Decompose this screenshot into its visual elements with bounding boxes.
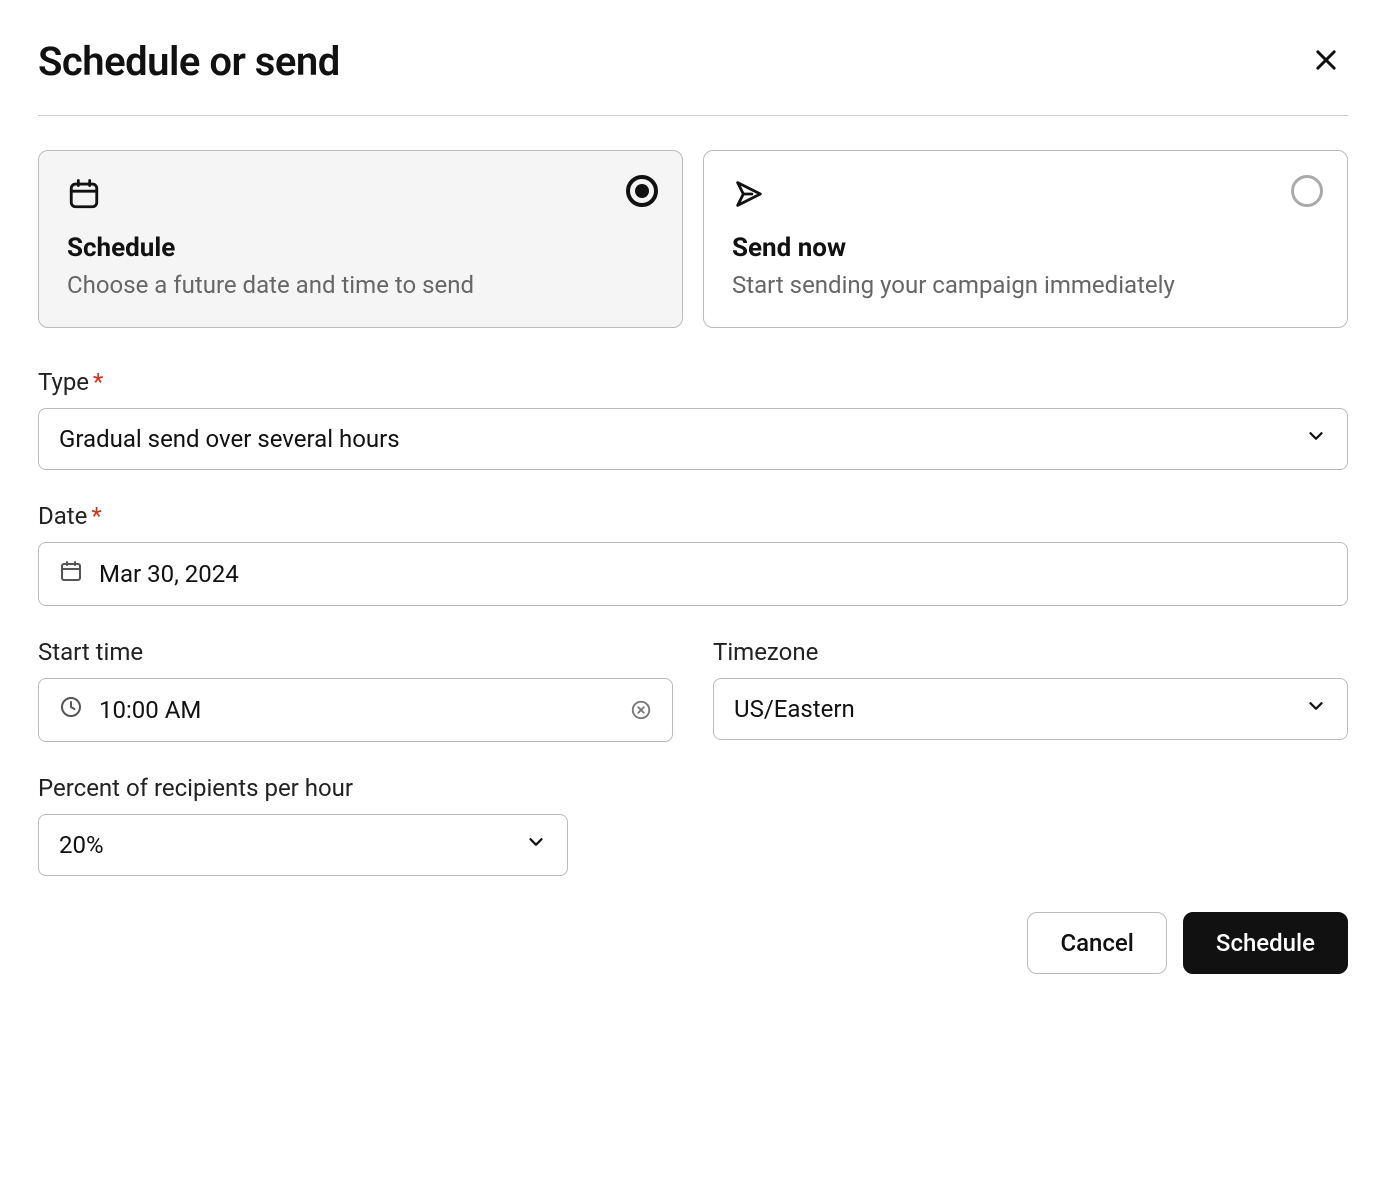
send-icon bbox=[732, 177, 1319, 215]
calendar-icon bbox=[67, 177, 654, 215]
mode-desc-send-now: Start sending your campaign immediately bbox=[732, 271, 1319, 299]
mode-desc-schedule: Choose a future date and time to send bbox=[67, 271, 654, 299]
date-value: Mar 30, 2024 bbox=[99, 560, 239, 588]
start-time-value: 10:00 AM bbox=[99, 696, 201, 724]
type-select[interactable]: Gradual send over several hours bbox=[38, 408, 1348, 470]
close-button[interactable] bbox=[1304, 38, 1348, 85]
timezone-value: US/Eastern bbox=[734, 695, 855, 723]
field-date: Date* Mar 30, 2024 bbox=[38, 502, 1348, 606]
schedule-button[interactable]: Schedule bbox=[1183, 912, 1348, 974]
type-value: Gradual send over several hours bbox=[59, 425, 400, 453]
label-date: Date* bbox=[38, 502, 1348, 530]
divider bbox=[38, 115, 1348, 116]
chevron-down-icon bbox=[525, 831, 547, 859]
dialog-header: Schedule or send bbox=[38, 38, 1348, 85]
start-time-input[interactable]: 10:00 AM bbox=[38, 678, 673, 742]
radio-unselected bbox=[1291, 175, 1323, 207]
percent-value: 20% bbox=[59, 831, 104, 859]
label-percent: Percent of recipients per hour bbox=[38, 774, 1348, 802]
mode-title-send-now: Send now bbox=[732, 233, 1319, 263]
mode-card-send-now[interactable]: Send now Start sending your campaign imm… bbox=[703, 150, 1348, 328]
label-type: Type* bbox=[38, 368, 1348, 396]
chevron-down-icon bbox=[1305, 695, 1327, 723]
calendar-small-icon bbox=[59, 559, 83, 589]
close-icon bbox=[1312, 46, 1340, 77]
dialog-title: Schedule or send bbox=[38, 38, 340, 85]
timezone-select[interactable]: US/Eastern bbox=[713, 678, 1348, 740]
mode-card-schedule[interactable]: Schedule Choose a future date and time t… bbox=[38, 150, 683, 328]
required-asterisk: * bbox=[93, 368, 103, 396]
chevron-down-icon bbox=[1305, 425, 1327, 453]
date-input[interactable]: Mar 30, 2024 bbox=[38, 542, 1348, 606]
field-start-time: Start time 10:00 AM bbox=[38, 638, 673, 742]
mode-title-schedule: Schedule bbox=[67, 233, 654, 263]
percent-select[interactable]: 20% bbox=[38, 814, 568, 876]
radio-selected bbox=[626, 175, 658, 207]
clock-icon bbox=[59, 695, 83, 725]
required-asterisk: * bbox=[91, 502, 101, 530]
field-timezone: Timezone US/Eastern bbox=[713, 638, 1348, 742]
label-timezone: Timezone bbox=[713, 638, 1348, 666]
mode-options: Schedule Choose a future date and time t… bbox=[38, 150, 1348, 328]
cancel-button[interactable]: Cancel bbox=[1027, 912, 1166, 974]
label-start-time: Start time bbox=[38, 638, 673, 666]
clear-time-button[interactable] bbox=[630, 699, 652, 721]
field-percent: Percent of recipients per hour 20% bbox=[38, 774, 1348, 876]
dialog-footer: Cancel Schedule bbox=[38, 912, 1348, 974]
field-type: Type* Gradual send over several hours bbox=[38, 368, 1348, 470]
